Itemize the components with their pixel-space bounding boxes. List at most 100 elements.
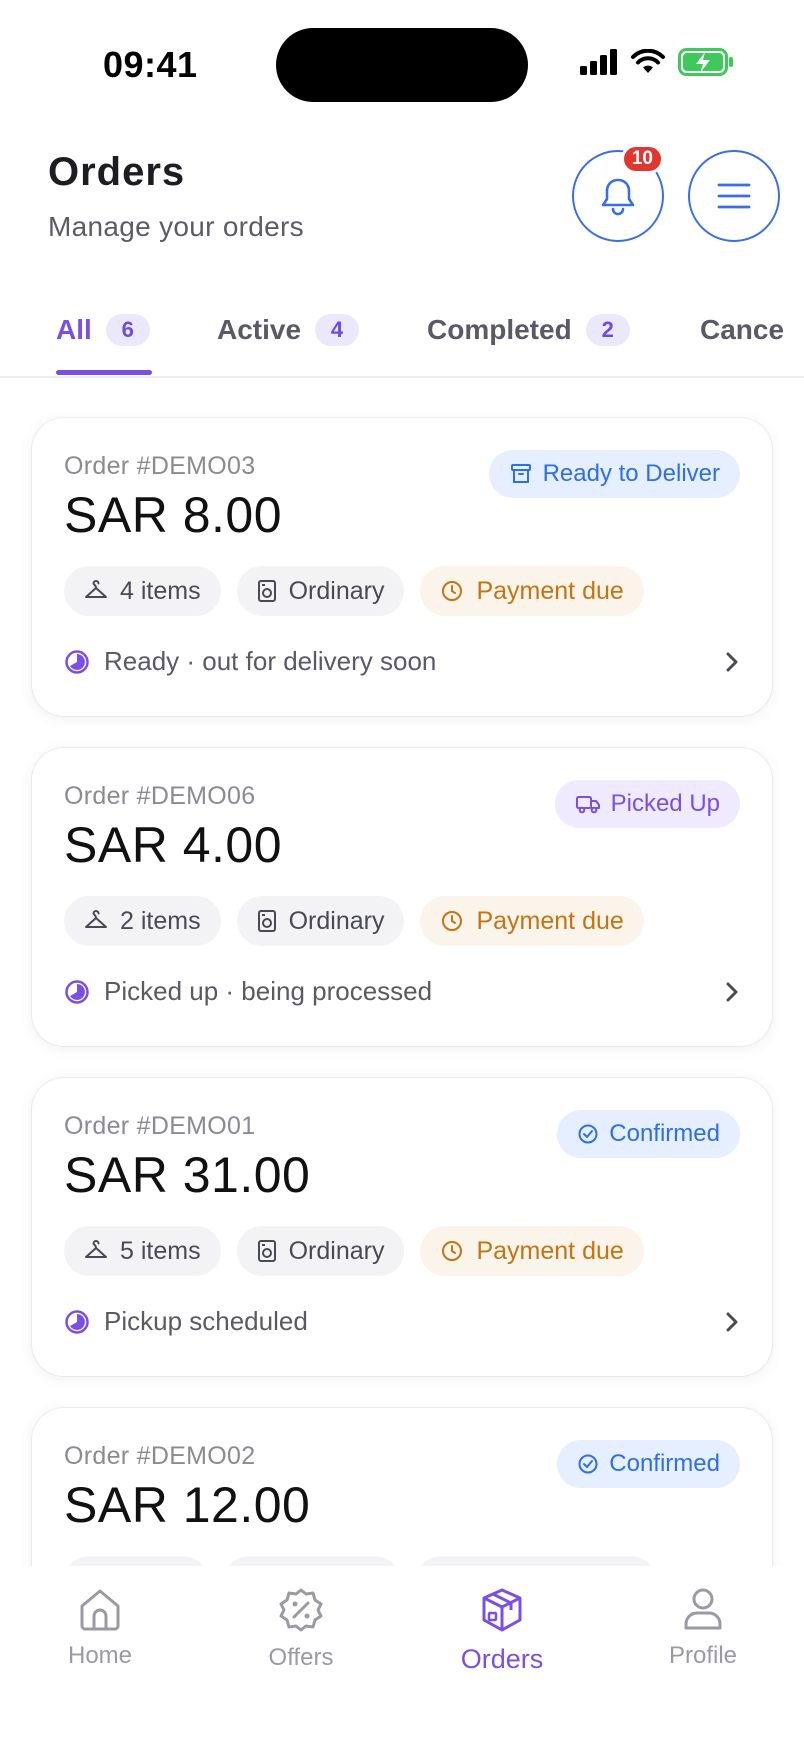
profile-icon (684, 1588, 722, 1630)
payment-status-chip: Payment due (420, 1226, 644, 1276)
payment-status: Payment due (476, 576, 624, 605)
progress-icon (65, 1309, 89, 1334)
hanger-icon (85, 910, 107, 928)
nav-orders[interactable]: Orders (422, 1586, 582, 1675)
bottom-navigation: Home Offers Orders Profile (0, 1566, 804, 1748)
nav-label: Orders (460, 1644, 544, 1674)
tab-cancelled[interactable]: Cance (700, 312, 784, 348)
notifications-button[interactable]: 10 (572, 144, 664, 242)
active-tab-indicator (56, 370, 152, 375)
order-progress: Picked up · being processed (64, 976, 740, 1007)
truck-icon (575, 796, 600, 814)
tab-count-badge: 2 (585, 314, 630, 346)
battery-charging-icon (678, 48, 733, 76)
nav-label: Home (67, 1642, 133, 1669)
order-card[interactable]: Order #DEMO06 SAR 4.00 Picked Up 2 items (32, 748, 772, 1046)
items-count: 5 items (120, 1236, 201, 1265)
menu-button[interactable] (688, 150, 780, 242)
items-count: 4 items (120, 576, 201, 605)
order-id: Order #DEMO01 (64, 1112, 256, 1140)
tab-count-badge: 6 (105, 314, 150, 346)
hanger-icon (85, 1240, 107, 1258)
washing-machine-icon (257, 910, 276, 932)
dynamic-island (276, 28, 528, 102)
service-type: Ordinary (288, 906, 385, 935)
nav-offers[interactable]: Offers (221, 1586, 381, 1672)
status-bar: 09:41 (0, 0, 804, 120)
items-chip: 2 items (64, 896, 221, 946)
offers-icon (279, 1588, 323, 1632)
service-type-chip: Ordinary (236, 1226, 405, 1276)
order-chips: 4 items Ordinary Payment due (64, 566, 644, 616)
order-status-badge: Picked Up (554, 780, 740, 828)
status-icons (580, 48, 734, 76)
items-chip: 5 items (64, 1226, 221, 1276)
hamburger-menu-icon (717, 183, 751, 209)
service-type-chip: Ordinary (236, 566, 405, 616)
tab-all[interactable]: All 6 (56, 312, 150, 348)
order-status-label: Confirmed (609, 1120, 720, 1147)
payment-status-chip: Payment due (420, 896, 644, 946)
service-type-chip: Ordinary (236, 896, 405, 946)
clock-icon (442, 1241, 463, 1261)
order-id: Order #DEMO03 (64, 452, 256, 480)
nav-home[interactable]: Home (20, 1586, 180, 1670)
bell-icon (601, 178, 635, 216)
tab-completed[interactable]: Completed 2 (427, 312, 630, 348)
payment-status: Payment due (476, 1236, 624, 1265)
order-amount: SAR 4.00 (64, 817, 283, 873)
home-icon (80, 1589, 120, 1631)
items-chip: 4 items (64, 566, 221, 616)
washing-machine-icon (257, 1240, 276, 1262)
progress-icon (65, 979, 89, 1004)
order-amount: SAR 31.00 (64, 1147, 311, 1203)
check-circle-icon (578, 1454, 598, 1474)
status-time: 09:41 (103, 44, 198, 85)
order-chips: 5 items Ordinary Payment due (64, 1226, 644, 1276)
clock-icon (442, 581, 463, 601)
order-chips: 2 items Ordinary Payment due (64, 896, 644, 946)
order-id: Order #DEMO02 (64, 1442, 256, 1470)
order-amount: SAR 8.00 (64, 487, 283, 543)
order-amount: SAR 12.00 (64, 1477, 311, 1533)
orders-icon (482, 1588, 522, 1632)
order-status-badge: Ready to Deliver (488, 450, 740, 498)
order-list: Order #DEMO03 SAR 8.00 Ready to Deliver … (32, 418, 772, 1738)
tab-label: All (56, 314, 92, 345)
order-progress: Ready · out for delivery soon (64, 646, 740, 677)
clock-icon (442, 911, 463, 931)
wifi-icon (631, 49, 665, 73)
tab-label: Cance (700, 314, 785, 345)
page-header: Orders Manage your orders (48, 150, 304, 243)
chevron-right-icon (726, 652, 738, 671)
service-type: Ordinary (288, 576, 385, 605)
tab-count-badge: 4 (315, 314, 360, 346)
payment-status-chip: Payment due (420, 566, 644, 616)
tab-label: Active (217, 314, 302, 345)
progress-text: Picked up · being processed (104, 976, 433, 1006)
nav-label: Profile (668, 1642, 738, 1669)
order-status-label: Confirmed (609, 1450, 720, 1477)
payment-status: Payment due (476, 906, 624, 935)
progress-icon (65, 649, 89, 674)
order-status-label: Picked Up (610, 790, 720, 817)
nav-profile[interactable]: Profile (623, 1586, 783, 1670)
items-count: 2 items (120, 906, 201, 935)
notification-count-badge: 10 (620, 144, 664, 174)
nav-label: Offers (268, 1644, 334, 1671)
order-status-badge: Confirmed (557, 1440, 740, 1488)
order-status-badge: Confirmed (557, 1110, 740, 1158)
check-circle-icon (578, 1124, 598, 1144)
box-icon (510, 464, 531, 483)
order-id: Order #DEMO06 (64, 782, 256, 810)
tab-label: Completed (427, 314, 572, 345)
hanger-icon (85, 580, 107, 598)
order-card[interactable]: Order #DEMO01 SAR 31.00 Confirmed 5 item… (32, 1078, 772, 1376)
page-subtitle: Manage your orders (48, 211, 304, 242)
order-card[interactable]: Order #DEMO03 SAR 8.00 Ready to Deliver … (32, 418, 772, 716)
order-filter-tabs: All 6 Active 4 Completed 2 Cance (0, 298, 804, 378)
page-title: Orders (48, 150, 186, 194)
progress-text: Pickup scheduled (104, 1306, 308, 1336)
tab-active[interactable]: Active 4 (217, 312, 360, 348)
service-type: Ordinary (288, 1236, 385, 1265)
